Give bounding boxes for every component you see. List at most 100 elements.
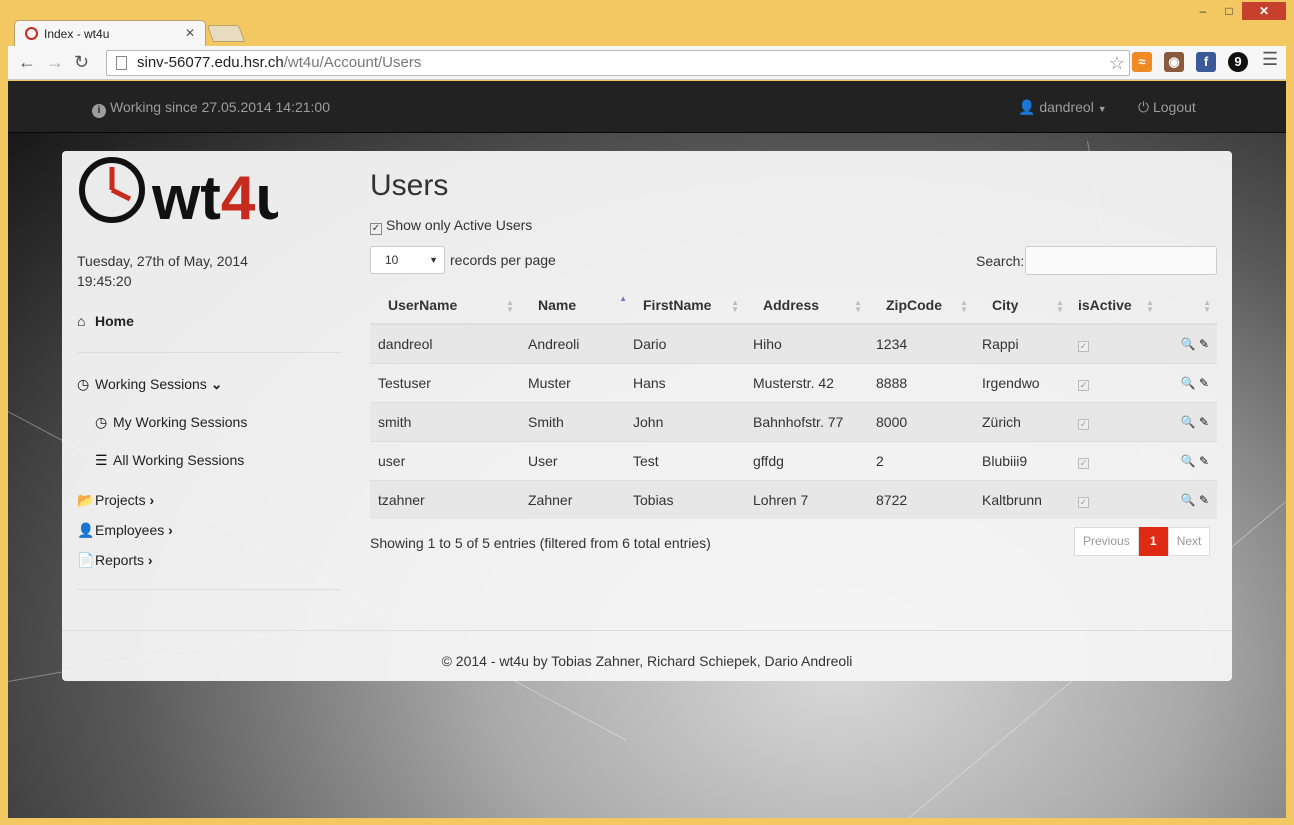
- sidebar-item-all-working-sessions[interactable]: ☰ All Working Sessions: [95, 452, 244, 469]
- all-working-sessions-label: All Working Sessions: [113, 452, 245, 468]
- page-title: Users: [370, 169, 449, 202]
- back-icon[interactable]: ←: [18, 52, 36, 73]
- table-cell: Andreoli: [520, 323, 625, 363]
- table-cell: Irgendwo: [974, 362, 1070, 402]
- table-cell: John: [625, 401, 745, 441]
- maximize-button[interactable]: □: [1216, 2, 1242, 20]
- folder-open-icon: 📂: [77, 492, 95, 508]
- table-row[interactable]: dandreol Andreoli Dario Hiho 1234 Rappi ✓ 🔍 ✎: [370, 323, 1217, 363]
- user-menu[interactable]: 👤 dandreol ▼: [1018, 99, 1107, 116]
- extension-icon[interactable]: 9: [1228, 52, 1248, 72]
- pagination: Previous 1 Next: [1074, 527, 1211, 556]
- wt4u-logo[interactable]: wt4u: [78, 153, 278, 225]
- column-header[interactable]: City ▲ ▼: [974, 287, 1070, 325]
- column-header-label: City: [992, 297, 1019, 313]
- column-header[interactable]: Address ▲ ▼: [745, 287, 868, 325]
- column-header[interactable]: Name ▲: [520, 287, 627, 325]
- sidebar-item-home[interactable]: ⌂ Home: [77, 313, 134, 329]
- active-users-checkbox[interactable]: ✓: [370, 223, 382, 235]
- sort-icon: ▲ ▼: [506, 298, 514, 314]
- clock-icon: [25, 27, 38, 40]
- pencil-icon[interactable]: ✎: [1199, 376, 1209, 390]
- page-1-button[interactable]: 1: [1138, 527, 1168, 556]
- column-header[interactable]: FirstName ▲ ▼: [625, 287, 745, 325]
- pencil-icon[interactable]: ✎: [1199, 493, 1209, 507]
- divider: [77, 589, 341, 590]
- table-row[interactable]: Testuser Muster Hans Musterstr. 42 8888 Irgen…: [370, 362, 1217, 402]
- table-cell: Zahner: [520, 479, 625, 519]
- working-since: i Working since 27.05.2014 14:21:00: [92, 99, 330, 118]
- table-cell: 8888: [868, 362, 974, 402]
- search-icon[interactable]: 🔍: [1181, 454, 1196, 468]
- table-row[interactable]: smith Smith John Bahnhofstr. 77 8000 Zürich ✓ 🔍…: [370, 401, 1217, 441]
- dashboard-icon: ◷: [95, 414, 108, 430]
- records-per-page-label: records per page: [450, 252, 556, 268]
- pencil-icon[interactable]: ✎: [1199, 415, 1209, 429]
- column-header[interactable]: ZipCode ▲ ▼: [868, 287, 974, 325]
- table-cell: dandreol: [370, 323, 520, 363]
- search-label: Search:: [976, 252, 1025, 269]
- close-window-button[interactable]: ✕: [1242, 2, 1286, 20]
- table-row[interactable]: tzahner Zahner Tobias Lohren 7 8722 Kaltbrunn…: [370, 479, 1217, 519]
- search-icon[interactable]: 🔍: [1181, 415, 1196, 429]
- search-input[interactable]: [1025, 246, 1218, 275]
- table-cell: Lohren 7: [745, 479, 868, 519]
- url-path: /wt4u/Account/Users: [283, 54, 422, 71]
- clock-icon: ◷: [77, 376, 90, 392]
- my-working-sessions-label: My Working Sessions: [113, 414, 248, 430]
- active-users-filter[interactable]: ✓ Show only Active Users: [370, 217, 532, 235]
- divider: [77, 352, 341, 353]
- search-icon[interactable]: 🔍: [1181, 337, 1196, 351]
- row-actions: 🔍 ✎: [1160, 479, 1217, 519]
- column-header[interactable]: UserName ▲ ▼: [370, 287, 520, 325]
- table-row[interactable]: user User Test gffdg 2 Blubiii9 ✓ 🔍 ✎: [370, 440, 1217, 480]
- table-cell: Testuser: [370, 362, 520, 402]
- browser-tab[interactable]: Index - wt4u ✕: [14, 20, 206, 46]
- table-cell: 8000: [868, 401, 974, 441]
- browser-frame: – □ ✕ Index - wt4u ✕ ← → ↻ sinv-56077.ed…: [0, 0, 1294, 825]
- is-active-cell: ✓: [1070, 440, 1160, 480]
- instagram-icon[interactable]: ◉: [1164, 52, 1184, 72]
- pencil-icon[interactable]: ✎: [1199, 337, 1209, 351]
- window-controls: – □ ✕: [1190, 2, 1286, 20]
- file-icon: 📄: [77, 552, 95, 568]
- search-icon[interactable]: 🔍: [1181, 376, 1196, 390]
- facebook-icon[interactable]: f: [1196, 52, 1216, 72]
- logout-link[interactable]: ⏻ Logout: [1138, 99, 1196, 116]
- reload-icon[interactable]: ↻: [74, 52, 89, 73]
- user-icon: 👤: [1018, 99, 1036, 115]
- sidebar-item-employees[interactable]: 👤Employees ›: [77, 522, 173, 539]
- minimize-button[interactable]: –: [1190, 2, 1216, 20]
- search-icon[interactable]: 🔍: [1181, 493, 1196, 507]
- sidebar-item-my-working-sessions[interactable]: ◷ My Working Sessions: [95, 414, 247, 431]
- rss-icon[interactable]: ≈: [1132, 52, 1152, 72]
- table-body: dandreol Andreoli Dario Hiho 1234 Rappi ✓ 🔍 ✎ Te…: [370, 323, 1217, 519]
- sidebar-item-reports[interactable]: 📄Reports ›: [77, 552, 153, 569]
- forward-icon[interactable]: →: [46, 52, 64, 73]
- power-icon: ⏻: [1138, 99, 1150, 115]
- working-since-text: Working since 27.05.2014 14:21:00: [110, 99, 331, 115]
- info-icon: i: [92, 104, 106, 118]
- menu-icon[interactable]: ☰: [1262, 49, 1278, 70]
- sidebar-item-working-sessions[interactable]: ◷ Working Sessions ⌄: [77, 376, 222, 393]
- sort-icon: ▲ ▼: [1203, 298, 1211, 314]
- row-actions: 🔍 ✎: [1160, 362, 1217, 402]
- column-header[interactable]: isActive ▲ ▼: [1070, 287, 1160, 325]
- table-cell: 2: [868, 440, 974, 480]
- sidebar-item-projects[interactable]: 📂Projects ›: [77, 492, 154, 509]
- page-length-select[interactable]: 10 ▼: [370, 246, 445, 274]
- tab-close-icon[interactable]: ✕: [185, 26, 195, 40]
- user-name: dandreol: [1039, 99, 1094, 115]
- next-page-button[interactable]: Next: [1167, 527, 1211, 556]
- row-actions: 🔍 ✎: [1160, 440, 1217, 480]
- pencil-icon[interactable]: ✎: [1199, 454, 1209, 468]
- previous-page-button[interactable]: Previous: [1074, 527, 1139, 556]
- employees-label: Employees: [95, 522, 165, 538]
- table-cell: tzahner: [370, 479, 520, 519]
- table-cell: Zürich: [974, 401, 1070, 441]
- bookmark-star-icon[interactable]: ☆: [1109, 51, 1125, 75]
- new-tab-button[interactable]: [206, 25, 246, 42]
- sort-icon: ▲ ▼: [731, 298, 739, 314]
- address-bar[interactable]: sinv-56077.edu.hsr.ch/wt4u/Account/Users…: [106, 50, 1130, 76]
- sort-icon: ▲ ▼: [1056, 298, 1064, 314]
